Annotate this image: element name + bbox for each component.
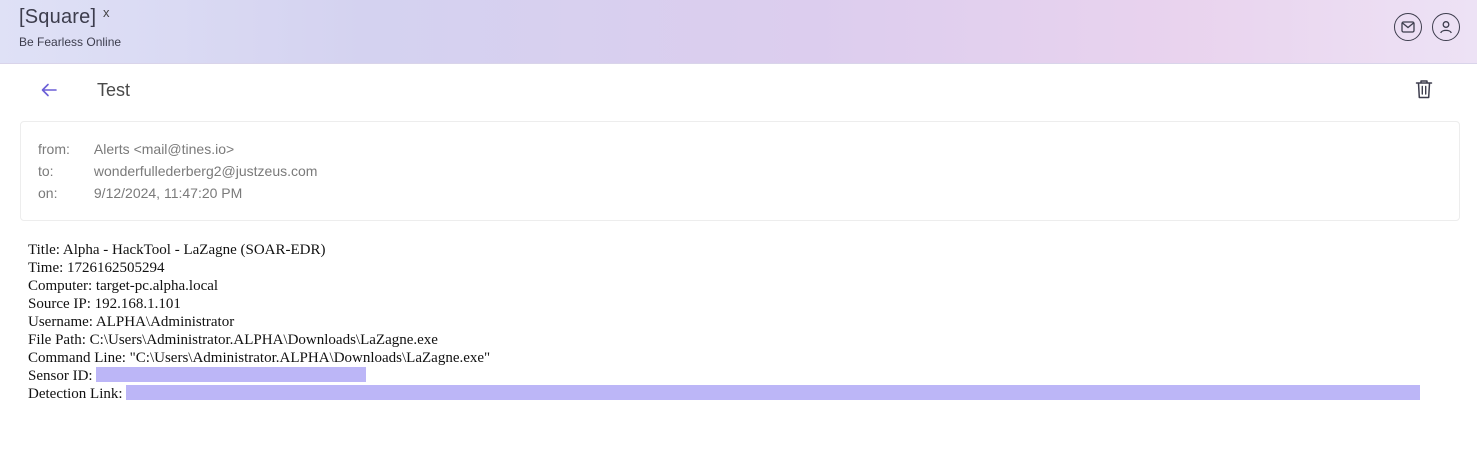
sensor-id-label: Sensor ID:	[28, 368, 97, 384]
delete-button[interactable]	[1413, 78, 1435, 100]
trash-icon	[1415, 80, 1433, 99]
meta-from-value: Alerts <mail@tines.io>	[93, 141, 235, 157]
meta-to-value: wonderfullederberg2@justzeus.com	[93, 163, 318, 179]
meta-on-value: 9/12/2024, 11:47:20 PM	[93, 185, 243, 201]
body-computer-line: Computer: target-pc.alpha.local	[28, 278, 219, 294]
mail-icon	[1401, 21, 1415, 33]
meta-to-label: to:	[38, 163, 54, 179]
message-meta-card: from: Alerts <mail@tines.io> to: wonderf…	[20, 121, 1460, 221]
profile-button[interactable]	[1432, 13, 1460, 41]
mail-button[interactable]	[1394, 13, 1422, 41]
meta-from-row: from: Alerts <mail@tines.io>	[38, 141, 234, 157]
meta-to-row: to: wonderfullederberg2@justzeus.com	[38, 163, 317, 179]
body-username-line: Username: ALPHA\Administrator	[28, 314, 235, 330]
app-subtitle: Be Fearless Online	[19, 35, 122, 49]
detection-link-redaction[interactable]	[126, 385, 1421, 400]
body-source-ip-line: Source IP: 192.168.1.101	[28, 296, 181, 312]
body-time-line: Time: 1726162505294	[28, 260, 165, 276]
top-bar: [Square] x Be Fearless Online	[0, 0, 1477, 64]
user-icon	[1440, 21, 1452, 34]
back-button[interactable]	[38, 79, 60, 101]
app-title-suffix: x	[103, 5, 110, 20]
brand: [Square] x Be Fearless Online	[19, 5, 121, 49]
app-title: [Square]	[19, 6, 97, 28]
detection-link-label: Detection Link:	[28, 386, 127, 402]
body-detection-line: Detection Link:	[28, 385, 1421, 403]
body-command-line: Command Line: "C:\Users\Administrator.AL…	[28, 350, 491, 366]
arrow-left-icon	[41, 83, 57, 97]
body-sensor-line: Sensor ID:	[28, 367, 1420, 385]
sensor-id-redaction	[96, 367, 367, 382]
message-subject: Test	[97, 80, 131, 100]
meta-on-label: on:	[38, 185, 58, 201]
meta-date-row: on: 9/12/2024, 11:47:20 PM	[38, 185, 242, 201]
body-title-line: Title: Alpha - HackTool - LaZagne (SOAR-…	[28, 242, 326, 258]
meta-from-label: from:	[38, 141, 70, 157]
body-file-path-line: File Path: C:\Users\Administrator.ALPHA\…	[28, 332, 438, 348]
message-body: Title: Alpha - HackTool - LaZagne (SOAR-…	[28, 241, 1421, 403]
